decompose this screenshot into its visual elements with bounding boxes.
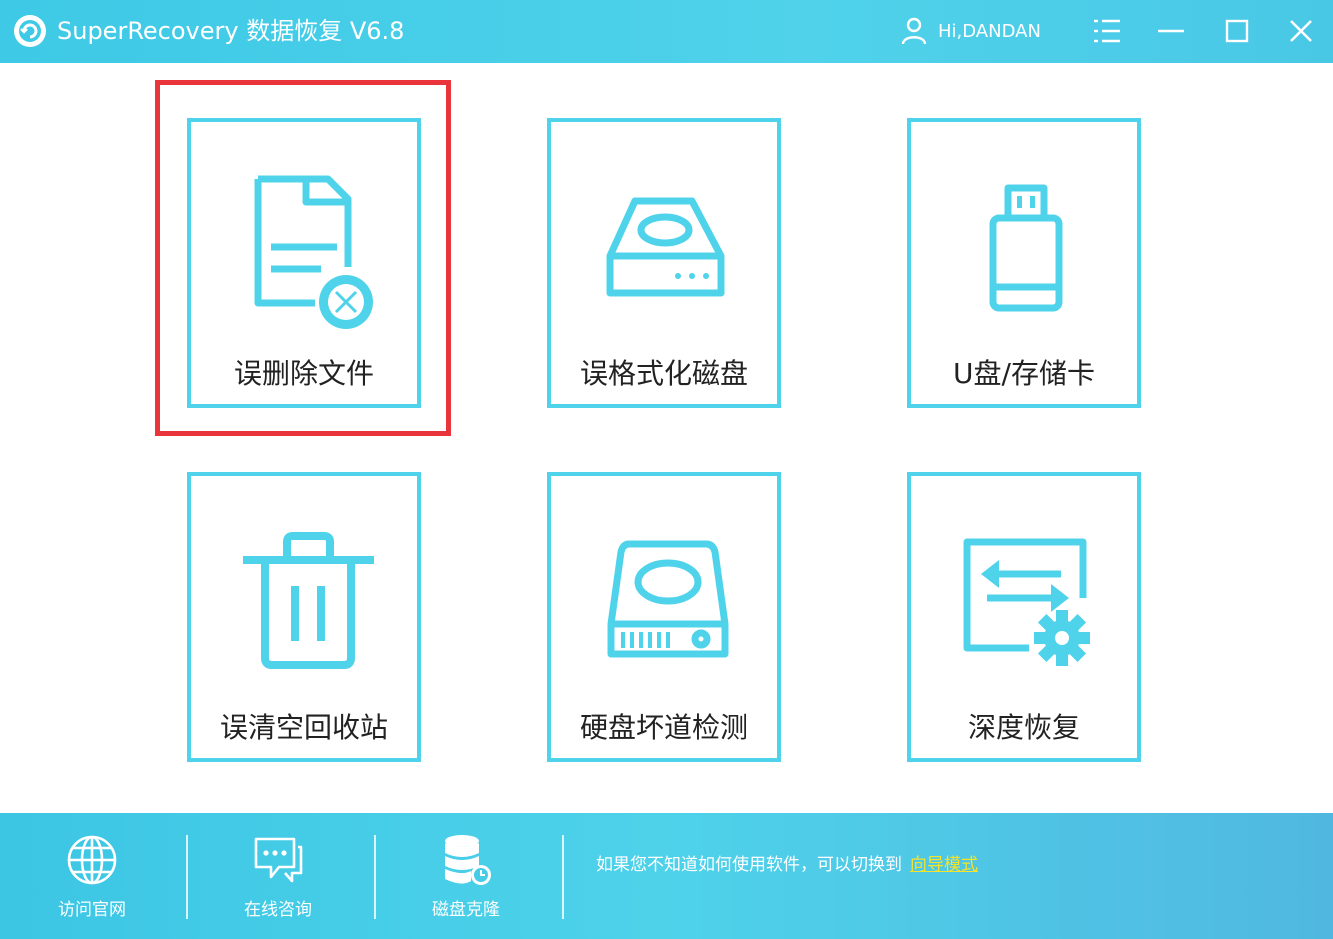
globe-icon [67, 835, 117, 885]
deep-recovery-icon [963, 538, 1090, 666]
wizard-mode-link[interactable]: 向导模式 [910, 855, 978, 875]
tile-bad-sector-check[interactable]: 硬盘坏道检测 [547, 472, 781, 762]
trash-bin-icon [243, 532, 374, 669]
usb-drive-icon [989, 184, 1063, 312]
tile-formatted-disk[interactable]: 误格式化磁盘 [547, 118, 781, 408]
disk-drive-icon [606, 197, 725, 297]
title-bar: SuperRecovery 数据恢复 V6.8 Hi,DANDAN [0, 0, 1333, 63]
database-clone-icon [445, 835, 491, 885]
visit-website-button[interactable]: 访问官网 [22, 813, 162, 939]
tool-label: 在线咨询 [244, 900, 312, 920]
minimize-icon[interactable] [1156, 16, 1186, 46]
divider [186, 835, 188, 919]
user-name[interactable]: Hi,DANDAN [938, 20, 1041, 44]
tile-deep-recovery[interactable]: 深度恢复 [907, 472, 1141, 762]
tile-usb-drive[interactable]: U盘/存储卡 [907, 118, 1141, 408]
user-icon[interactable] [901, 17, 927, 45]
online-consult-button[interactable]: 在线咨询 [208, 813, 348, 939]
menu-icon[interactable] [1092, 16, 1122, 46]
tile-label: 误删除文件 [233, 357, 374, 390]
tool-label: 访问官网 [58, 900, 126, 920]
guide-hint: 如果您不知道如何使用软件，可以切换到 向导模式 [596, 853, 978, 877]
tile-deleted-file[interactable]: 误删除文件 [187, 118, 421, 408]
guide-hint-text: 如果您不知道如何使用软件，可以切换到 [596, 855, 902, 875]
tool-label: 磁盘克隆 [432, 900, 500, 920]
divider [374, 835, 376, 919]
tile-label: 误清空回收站 [219, 711, 388, 744]
tile-label: 误格式化磁盘 [579, 357, 748, 390]
window-title: SuperRecovery 数据恢复 V6.8 [57, 17, 405, 45]
disk-clone-button[interactable]: 磁盘克隆 [396, 813, 536, 939]
maximize-icon[interactable] [1222, 16, 1252, 46]
tile-recycle-bin[interactable]: 误清空回收站 [187, 472, 421, 762]
deleted-file-icon [254, 175, 373, 329]
tile-label: U盘/存储卡 [953, 357, 1095, 390]
tile-label: 硬盘坏道检测 [579, 711, 748, 744]
chat-icon [254, 837, 303, 883]
app-logo-icon [14, 15, 46, 47]
close-icon[interactable] [1286, 16, 1316, 46]
divider [562, 835, 564, 919]
hard-disk-check-icon [607, 540, 729, 658]
tile-label: 深度恢复 [967, 711, 1080, 744]
